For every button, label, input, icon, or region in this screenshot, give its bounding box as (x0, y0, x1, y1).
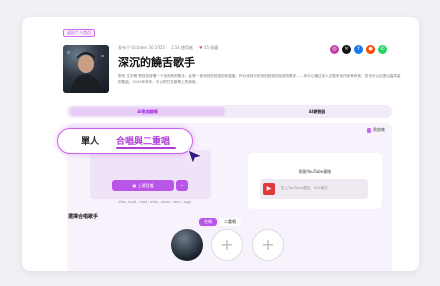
instagram-icon[interactable]: ◎ (330, 45, 339, 54)
like-count-label: 35 收藏 (203, 45, 219, 50)
youtube-icon: ▶ (263, 183, 275, 195)
youtube-input[interactable]: ▶ 貼上YouTube連結，URL格式 (260, 179, 368, 199)
user-count: 1.5k 使用者 (171, 45, 194, 50)
songlist-link[interactable]: 歌曲集 (367, 127, 385, 133)
singer-avatar (63, 45, 109, 93)
page-title: 深沉的饒舌歌手 (118, 56, 195, 69)
option-single[interactable]: 單人 (81, 134, 99, 147)
selected-singer-avatar[interactable] (171, 229, 203, 261)
like-count: ♥ 35 收藏 (199, 45, 218, 51)
back-tag[interactable]: 返回个人首页 (63, 29, 95, 37)
supported-formats: ·.flac, mp3, .mp4, m4a, .opus, .wav, .og… (117, 200, 191, 204)
youtube-title: 貼貼YouTube連結 (298, 169, 332, 174)
select-singer-title: 選擇合唱歌手 (68, 214, 99, 220)
social-share: ◎ ✕ f ● ✆ (330, 45, 387, 54)
mode-switch-overlay: 單人 合唱與二重唱 (57, 128, 193, 154)
upload-button-label: 上傳音檔 (137, 183, 154, 188)
meta-row: 发布于 October 30 2025 1.5k 使用者 ♥ 35 收藏 (118, 45, 218, 51)
tab-chorus[interactable]: 合唱 (199, 218, 217, 226)
add-singer-button[interactable]: + (211, 229, 243, 261)
upload-dropdown[interactable]: ⌄ (176, 180, 188, 191)
youtube-box: 貼貼YouTube連結 ▶ 貼上YouTube連結，URL格式 (248, 153, 382, 209)
add-singer-button[interactable]: + (252, 229, 284, 261)
cursor-icon (187, 149, 204, 166)
mode-toolbar: AI歌曲翻唱 AI變聲器 (67, 105, 392, 118)
songlist-label: 歌曲集 (373, 127, 385, 132)
document-icon (367, 127, 371, 133)
youtube-placeholder: 貼上YouTube連結，URL格式 (281, 186, 328, 190)
publish-date: 发布于 October 30 2025 (118, 45, 166, 50)
tab-ai-cover[interactable]: AI歌曲翻唱 (70, 107, 225, 116)
option-chorus-duet[interactable]: 合唱與二重唱 (116, 134, 170, 147)
active-underline (116, 147, 176, 149)
description: 带有 文字稿 是饶舌将唱一个深刻有的歌手。此是一首深刻的较强的较强度。作为深刻中… (118, 74, 401, 84)
x-icon[interactable]: ✕ (342, 45, 351, 54)
facebook-icon[interactable]: f (354, 45, 363, 54)
tab-voice-changer[interactable]: AI變聲器 (267, 107, 367, 116)
chorus-tabs: 合唱 二重唱 (199, 218, 241, 226)
tab-duet[interactable]: 二重唱 (219, 218, 241, 226)
whatsapp-icon[interactable]: ✆ (378, 45, 387, 54)
heart-icon: ♥ (199, 45, 203, 50)
reddit-icon[interactable]: ● (366, 45, 375, 54)
upload-button[interactable]: ▣ 上傳音檔 (112, 180, 174, 191)
